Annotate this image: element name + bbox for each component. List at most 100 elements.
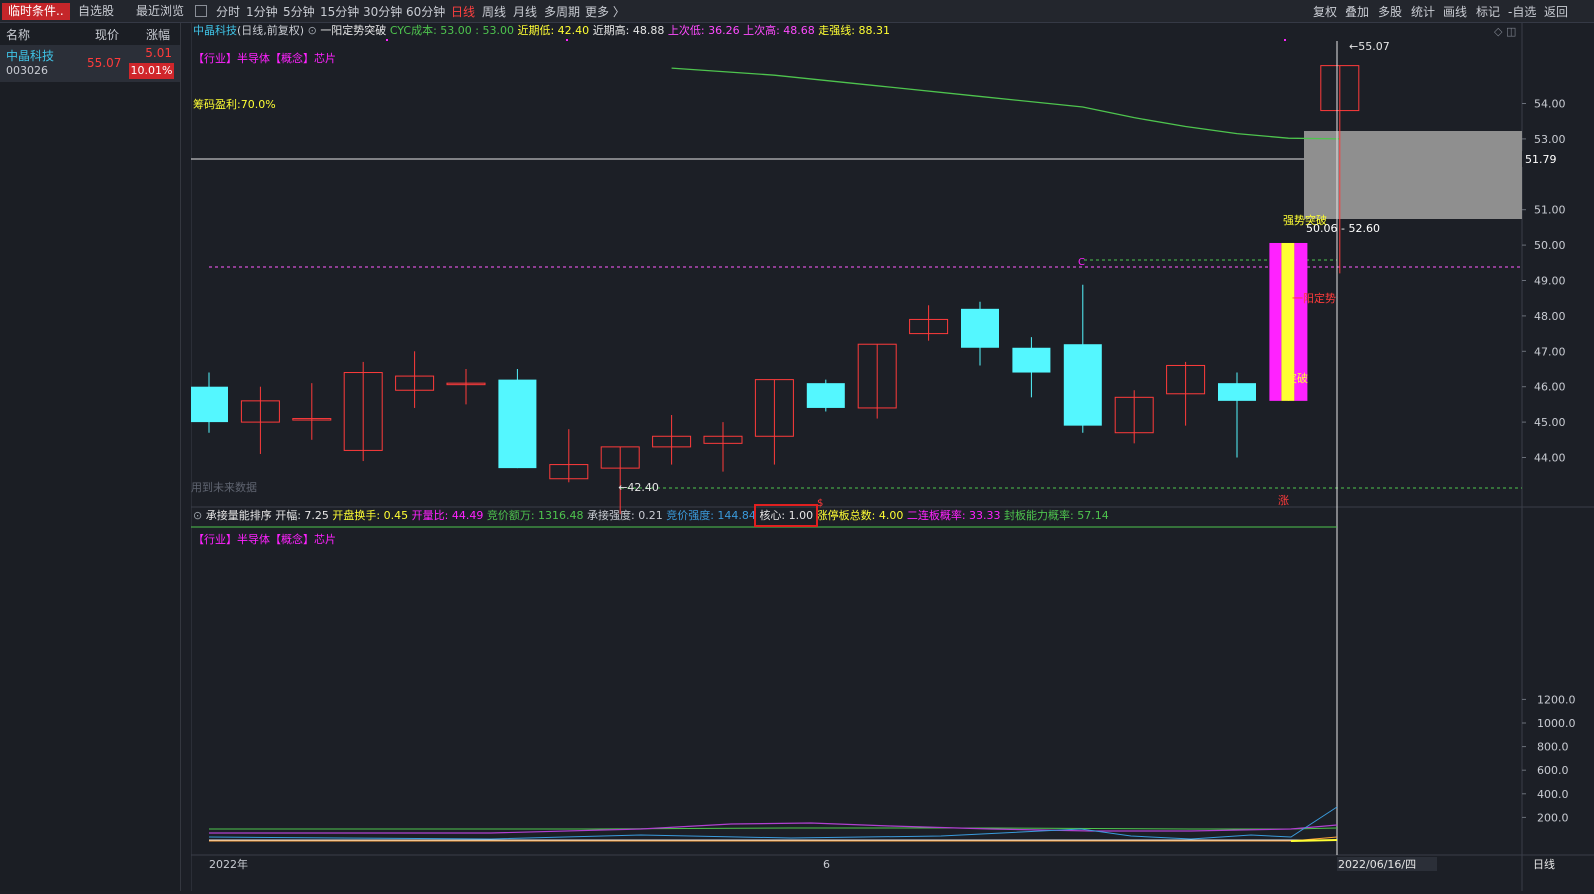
price-tick-label: 48.00: [1534, 310, 1566, 323]
price-tick-label: 51.00: [1534, 204, 1566, 217]
sidebar-toggle-icon[interactable]: [195, 5, 207, 17]
stock-list-panel: 名称 现价 涨幅 中晶科技 003026 55.07 5.01 10.01%: [0, 23, 181, 891]
prev-high: 上次高: 48.68: [743, 24, 815, 37]
price-tick-label: 47.00: [1534, 345, 1566, 358]
price-tick-label: 44.00: [1534, 452, 1566, 465]
prev-low: 上次低: 36.26: [667, 24, 740, 37]
top-toolbar: 临时条件.. 自选股 最近浏览 分时 1分钟 5分钟 15分钟 30分钟 60分钟 日线 周线 月线…: [0, 0, 1594, 23]
stock-name: 中晶科技: [6, 49, 55, 63]
sub-indicator-name: 承接量能排序: [205, 509, 272, 522]
volume-tick-label: 800.0: [1537, 741, 1569, 754]
tool-1[interactable]: 叠加: [1345, 4, 1369, 20]
amplitude: 开幅: 7.25: [275, 509, 329, 522]
auction-strength: 竞价强度: 144.84: [666, 509, 756, 522]
breakout-candle-left: [1269, 242, 1282, 401]
header-change: 涨幅: [146, 28, 171, 42]
strong-line: 走强线: 88.31: [818, 24, 890, 37]
candle-body: [190, 386, 228, 423]
future-data-note: 用到未来数据: [191, 481, 257, 494]
sub-collapse-icon[interactable]: ⊙: [193, 509, 202, 522]
price-tick-label: 54.00: [1534, 98, 1566, 111]
indicator-collapse-icon[interactable]: ⊙: [308, 24, 317, 37]
period-tab-3[interactable]: 15分钟: [320, 4, 359, 20]
price-tick-label: 50.00: [1534, 239, 1566, 252]
breakout-signal: 强势突破: [1283, 213, 1327, 227]
candle-body: [961, 308, 999, 348]
indicator-name: 一阳定势突破: [320, 24, 387, 37]
yiyang-signal: 一阳定势: [1292, 291, 1336, 305]
period-tab-1[interactable]: 1分钟: [246, 4, 278, 20]
volume-tick-label: 400.0: [1537, 788, 1569, 801]
high-marker: C: [1078, 257, 1085, 268]
recent-high: 近期高: 48.88: [592, 24, 665, 37]
cursor-price-label: 51.79: [1525, 153, 1557, 166]
price-tick-label: 45.00: [1534, 416, 1566, 429]
volume-tick-label: 600.0: [1537, 764, 1569, 777]
volume-tick-label: 1200.0: [1537, 693, 1576, 706]
cyc-cost: CYC成本: 53.00 : 53.00: [389, 24, 514, 37]
title-stock: 中晶科技: [193, 24, 237, 37]
candle-body: [1063, 344, 1102, 426]
sub-title-line: ⊙ 承接量能排序 开幅: 7.25 开盘换手: 0.45 开量比: 44.49 …: [193, 504, 1109, 527]
seal-prob: 封板能力概率: 57.14: [1004, 509, 1109, 522]
candle-body: [1012, 347, 1051, 373]
header-name: 名称: [6, 28, 31, 42]
open-vol-ratio: 开量比: 44.49: [411, 509, 484, 522]
sub-green-line: [209, 827, 1338, 830]
left-tab-1[interactable]: 自选股: [72, 3, 120, 20]
sub-industry-tags: 【行业】半导体【概念】芯片: [193, 533, 336, 546]
tool-4[interactable]: 画线: [1443, 4, 1467, 20]
list-item[interactable]: 中晶科技 003026 55.07 5.01 10.01%: [0, 45, 180, 82]
period-tab-6[interactable]: 日线: [451, 4, 475, 20]
chart-area[interactable]: 54.00 53.00 51.00 50.00 49.00 48.00 47.00 46.00…: [190, 23, 1594, 891]
period-tab-2[interactable]: 5分钟: [283, 4, 315, 20]
volume-tick-label: 200.0: [1537, 811, 1569, 824]
period-tab-9[interactable]: 多周期: [544, 4, 580, 20]
chip-profit: 筹码盈利:70.0%: [193, 98, 276, 111]
stock-code: 003026: [6, 64, 48, 77]
tool-2[interactable]: 多股: [1378, 4, 1402, 20]
auction-amount: 竞价额万: 1316.48: [486, 509, 584, 522]
candle-body: [498, 379, 537, 469]
tool-6[interactable]: -自选: [1508, 4, 1536, 20]
stock-change-pct: 10.01%: [129, 63, 174, 79]
expand-icons[interactable]: ◇ ◫: [1494, 25, 1516, 39]
cursor-date-label: 2022/06/16/四: [1338, 858, 1416, 871]
month-label: 6: [823, 858, 830, 871]
candle-body: [1218, 383, 1256, 401]
tupo-signal: 突破: [1286, 371, 1308, 385]
open-turnover: 开盘换手: 0.45: [332, 509, 409, 522]
limit-total: 涨停板总数: 4.00: [816, 509, 904, 522]
signal-dot: [386, 39, 388, 41]
high-price-label: ←55.07: [1349, 40, 1390, 53]
volume-tick-label: 1000.0: [1537, 717, 1576, 730]
period-tab-7[interactable]: 周线: [482, 4, 506, 20]
signal-dot: [566, 39, 568, 41]
recent-low: 近期低: 42.40: [517, 24, 590, 37]
title-period: (日线,前复权): [237, 24, 305, 37]
price-tick-label: 53.00: [1534, 133, 1566, 146]
second-board-prob: 二连板概率: 33.33: [906, 509, 1001, 522]
price-tick-label: 49.00: [1534, 275, 1566, 288]
period-tab-8[interactable]: 月线: [513, 4, 537, 20]
header-price: 现价: [95, 28, 120, 42]
tool-7[interactable]: 返回: [1544, 4, 1568, 20]
period-label: 日线: [1533, 857, 1555, 871]
left-tab-2[interactable]: 最近浏览: [130, 3, 190, 20]
accept-strength: 承接强度: 0.21: [587, 509, 663, 522]
industry-tags: 【行业】半导体【概念】芯片: [193, 52, 336, 65]
tool-3[interactable]: 统计: [1411, 4, 1435, 20]
stock-change-abs: 5.01: [145, 46, 172, 60]
period-tab-5[interactable]: 60分钟: [406, 4, 445, 20]
tool-0[interactable]: 复权: [1313, 4, 1337, 20]
cyc-line: [671, 67, 1340, 140]
zhang-signal: 涨: [1278, 494, 1289, 507]
left-tab-0[interactable]: 临时条件..: [2, 3, 70, 20]
period-tab-4[interactable]: 30分钟: [363, 4, 402, 20]
price-tick-label: 46.00: [1534, 381, 1566, 394]
tool-5[interactable]: 标记: [1476, 4, 1500, 20]
period-tab-10[interactable]: 更多 〉: [585, 4, 625, 20]
core-value: 核心: 1.00: [754, 504, 819, 527]
period-tab-0[interactable]: 分时: [216, 4, 240, 20]
candlestick-chart[interactable]: 54.00 53.00 51.00 50.00 49.00 48.00 47.00 46.00…: [190, 23, 1594, 891]
